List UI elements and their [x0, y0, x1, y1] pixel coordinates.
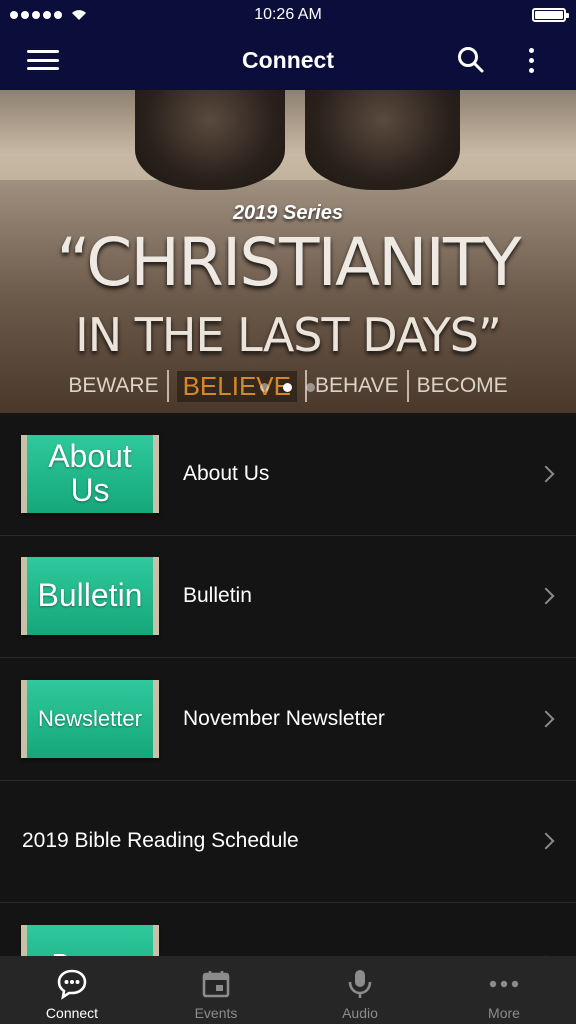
tab-events[interactable]: Events [144, 956, 288, 1024]
series-banner[interactable]: 2019 Series “CHRISTIANITY IN THE LAST DA… [0, 90, 576, 413]
list-item-about-us[interactable]: About Us About Us [0, 413, 576, 536]
calendar-icon [202, 971, 230, 998]
tab-audio[interactable]: Audio [288, 956, 432, 1024]
overflow-menu-button[interactable] [501, 30, 561, 90]
microphone-icon [348, 970, 372, 998]
left-boot-image [135, 90, 285, 190]
chat-bubble-icon [57, 969, 87, 1000]
search-icon [458, 47, 484, 73]
right-boot-image [305, 90, 460, 190]
banner-title: “CHRISTIANITY [56, 224, 521, 301]
chevron-right-icon [537, 710, 555, 728]
tab-more[interactable]: More [432, 956, 576, 1024]
list-item-label: November Newsletter [183, 706, 385, 730]
tab-bar: Connect Events Audio More [0, 956, 576, 1024]
pager-dot[interactable] [260, 383, 269, 392]
status-bar: 10:26 AM [0, 0, 576, 30]
status-time: 10:26 AM [254, 6, 322, 23]
list-item-bulletin[interactable]: Bulletin Bulletin [0, 536, 576, 658]
banner-word: BECOME [416, 374, 508, 397]
tab-label: Audio [342, 1005, 378, 1021]
more-dots-icon [489, 980, 519, 988]
list-item-label: Bulletin [183, 584, 252, 608]
tab-label: More [488, 1005, 520, 1021]
tab-connect[interactable]: Connect [0, 956, 144, 1024]
nav-bar: Connect [0, 30, 576, 90]
thumbnail-bulletin: Bulletin [21, 557, 159, 636]
list-item-label: 2019 Bible Reading Schedule [22, 829, 299, 853]
banner-subtitle: IN THE LAST DAYS” [75, 308, 502, 362]
thumbnail-about-us: About Us [21, 434, 159, 513]
pager-dot-active[interactable] [283, 383, 292, 392]
hamburger-icon [27, 50, 59, 70]
tab-label: Events [194, 1005, 238, 1021]
list-item-label: About Us [183, 461, 270, 485]
list-item-reading-schedule[interactable]: 2019 Bible Reading Schedule [0, 781, 576, 903]
kebab-icon [528, 47, 534, 73]
chevron-right-icon [537, 587, 555, 605]
banner-word: BEWARE [68, 374, 159, 397]
chevron-right-icon [537, 832, 555, 850]
banner-series-label: 2019 Series [232, 202, 344, 224]
thumbnail-newsletter: Newsletter [21, 679, 159, 758]
pager-dot[interactable] [306, 383, 315, 392]
banner-word: BEHAVE [314, 374, 399, 397]
tab-label: Connect [45, 1005, 99, 1021]
carousel-pager[interactable] [260, 383, 315, 392]
list-item-newsletter[interactable]: Newsletter November Newsletter [0, 658, 576, 781]
chevron-right-icon [537, 465, 555, 483]
search-button[interactable] [441, 30, 501, 90]
content-list: About Us About Us Bulletin Bulletin News… [0, 413, 576, 1024]
battery-icon [532, 8, 569, 22]
menu-button[interactable] [13, 30, 73, 90]
